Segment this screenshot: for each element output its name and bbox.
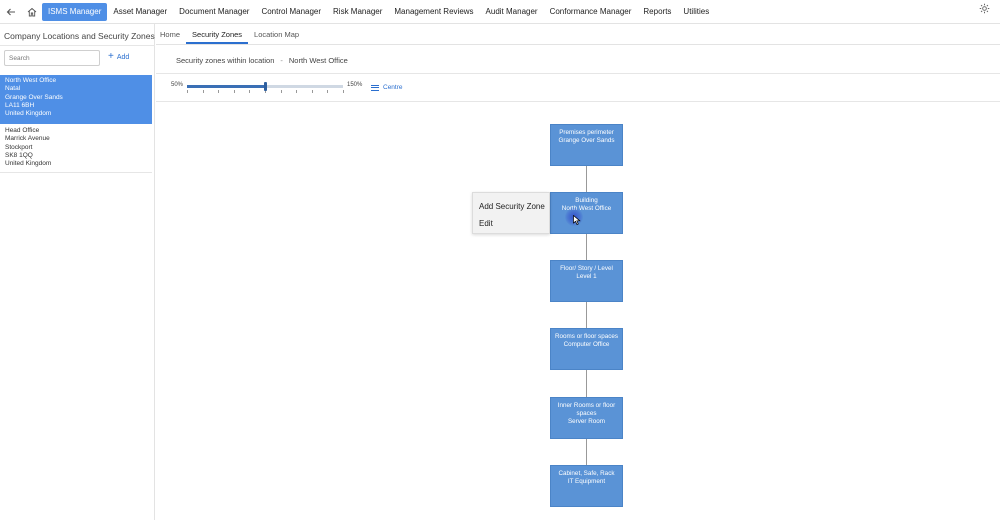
nav-conformance-manager[interactable]: Conformance Manager — [544, 3, 638, 21]
nav-isms-manager[interactable]: ISMS Manager — [42, 2, 108, 21]
zone-type: Building — [575, 197, 598, 204]
zone-name: North West Office — [561, 205, 612, 212]
location-line: United Kingdom — [5, 160, 52, 168]
zoom-min-label: 50% — [171, 82, 184, 88]
tab-home[interactable]: Home — [154, 30, 186, 44]
divider — [156, 73, 1000, 74]
nav-reports[interactable]: Reports — [637, 3, 677, 21]
location-line: LA11 6BH — [5, 101, 35, 109]
slider-tick — [296, 90, 298, 93]
arrow-left-icon[interactable] — [0, 2, 22, 22]
location-line: Marrick Avenue — [5, 135, 50, 143]
menu-item-add-security-zone[interactable]: Add Security Zone — [479, 202, 545, 211]
location-line: Stockport — [5, 143, 33, 151]
breadcrumb-prefix: Security zones within location — [176, 56, 275, 65]
divider — [156, 101, 1000, 102]
nav-audit-manager[interactable]: Audit Manager — [480, 3, 544, 21]
locations-panel: Company Locations and Security Zones + A… — [0, 24, 155, 520]
slider-tick — [280, 90, 282, 93]
zoom-slider-handle[interactable] — [263, 82, 267, 91]
centre-label: Centre — [383, 84, 403, 91]
nav-asset-manager[interactable]: Asset Manager — [107, 3, 173, 21]
plus-icon: + — [108, 51, 114, 62]
panel-title: Company Locations and Security Zones — [4, 31, 155, 41]
nav-utilities[interactable]: Utilities — [677, 3, 715, 21]
divider — [0, 45, 155, 46]
add-location-button[interactable]: + Add — [108, 51, 130, 62]
zone-name: IT Equipment — [567, 478, 606, 485]
menu-item-edit[interactable]: Edit — [479, 219, 493, 228]
centre-button[interactable]: Centre — [371, 83, 403, 92]
context-menu: Add Security Zone Edit — [472, 192, 550, 234]
zone-name: Server Room — [567, 418, 606, 425]
zone-node-premises-perimeter[interactable]: Premises perimeter Grange Over Sands — [550, 124, 623, 166]
slider-tick — [343, 90, 344, 93]
zone-type: Inner Rooms or floor spaces — [557, 402, 616, 417]
slider-tick — [218, 90, 220, 93]
tab-bar: Home Security Zones Location Map — [156, 24, 1000, 45]
location-line: Natal — [5, 85, 21, 93]
location-line: Head Office — [5, 127, 40, 134]
slider-tick — [327, 90, 329, 93]
zone-node-rooms[interactable]: Rooms or floor spaces Computer Office — [550, 328, 623, 370]
mouse-pointer-icon — [573, 214, 581, 225]
zone-name: Computer Office — [563, 341, 610, 348]
gear-icon[interactable] — [979, 3, 990, 17]
zone-type: Premises perimeter — [559, 129, 614, 136]
tab-location-map[interactable]: Location Map — [248, 30, 305, 44]
tab-security-zones[interactable]: Security Zones — [186, 30, 249, 44]
zone-type: Rooms or floor spaces — [555, 333, 618, 340]
zone-node-building[interactable]: Building North West Office — [550, 192, 623, 234]
zone-type: Floor/ Story / Level — [560, 265, 613, 272]
breadcrumb-separator: - — [280, 56, 283, 65]
zoom-max-label: 150% — [347, 82, 363, 88]
location-item-head-office[interactable]: Head Office Marrick Avenue Stockport SK8… — [0, 125, 152, 173]
location-line: North West Office — [5, 77, 57, 84]
breadcrumb: Security zones within location - North Wes… — [176, 56, 348, 65]
location-line: United Kingdom — [5, 110, 52, 118]
nav-risk-manager[interactable]: Risk Manager — [327, 3, 388, 21]
slider-tick — [233, 90, 235, 93]
zone-name: Level 1 — [576, 273, 597, 280]
top-nav-bar: ISMS Manager Asset Manager Document Mana… — [0, 0, 1000, 24]
location-line: Grange Over Sands — [5, 93, 63, 101]
slider-tick — [187, 90, 188, 93]
slider-tick — [311, 90, 313, 93]
slider-tick — [249, 90, 251, 93]
zone-name: Grange Over Sands — [558, 137, 615, 144]
slider-tick — [202, 90, 204, 93]
location-item-north-west-office[interactable]: North West Office Natal Grange Over Sand… — [0, 75, 152, 124]
zoom-slider-fill — [187, 85, 265, 88]
nav-control-manager[interactable]: Control Manager — [255, 3, 327, 21]
nav-document-manager[interactable]: Document Manager — [173, 3, 255, 21]
breadcrumb-location: North West Office — [288, 56, 348, 65]
zone-node-cabinet[interactable]: Cabinet, Safe, Rack IT Equipment — [550, 465, 623, 507]
zone-node-inner-rooms[interactable]: Inner Rooms or floor spaces Server Room — [550, 397, 623, 439]
nav-management-reviews[interactable]: Management Reviews — [388, 3, 479, 21]
add-label: Add — [116, 53, 130, 61]
zone-type: Cabinet, Safe, Rack — [558, 470, 615, 477]
home-icon[interactable] — [22, 2, 42, 22]
location-line: SK8 1QQ — [5, 151, 33, 159]
align-center-icon — [371, 83, 379, 92]
zone-node-floor[interactable]: Floor/ Story / Level Level 1 — [550, 260, 623, 302]
search-input[interactable] — [4, 50, 100, 66]
